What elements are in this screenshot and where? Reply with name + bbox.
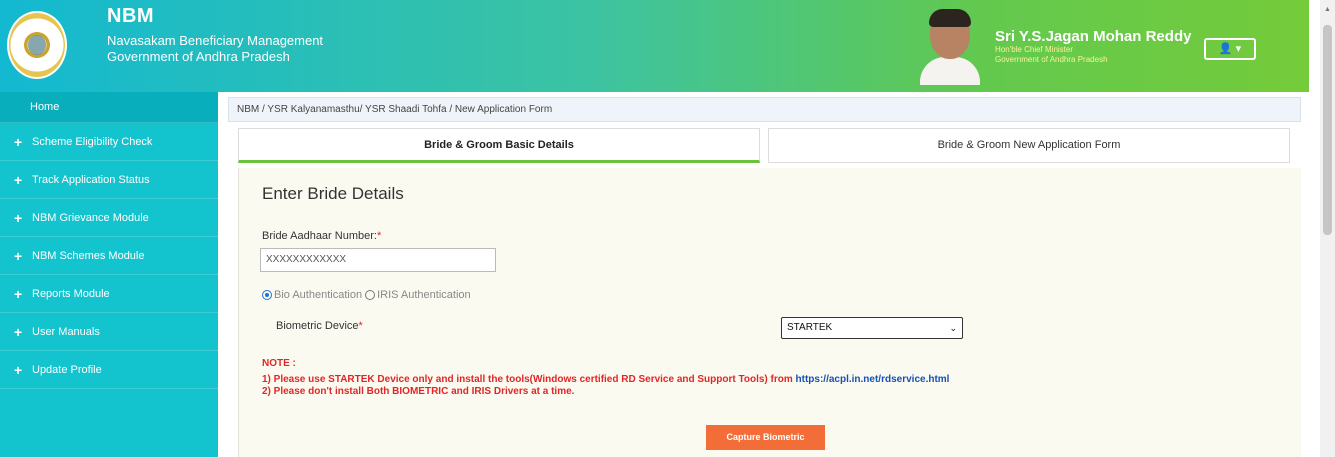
plus-icon: + <box>14 247 23 264</box>
hair-shape <box>929 9 971 27</box>
biometric-device-select[interactable]: STARTEK ⌄ <box>781 317 963 339</box>
app-header: NBM Navasakam Beneficiary Management Gov… <box>0 0 1309 92</box>
biometric-device-label-text: Biometric Device <box>276 320 359 332</box>
cm-government: Government of Andhra Pradesh <box>995 55 1108 64</box>
chief-minister-info: Sri Y.S.Jagan Mohan Reddy Hon'ble Chief … <box>995 28 1191 65</box>
iris-authentication-radio[interactable] <box>365 290 376 300</box>
sidebar: Home + Scheme Eligibility Check + Track … <box>0 92 218 457</box>
sidebar-item-scheme-eligibility-check[interactable]: + Scheme Eligibility Check <box>0 123 218 161</box>
iris-authentication-label: IRIS Authentication <box>377 289 471 301</box>
government-name: Government of Andhra Pradesh <box>107 49 290 64</box>
required-asterisk: * <box>376 230 382 242</box>
sidebar-item-label: Home <box>30 101 60 113</box>
sidebar-item-schemes-module[interactable]: + NBM Schemes Module <box>0 237 218 275</box>
plus-icon: + <box>14 171 23 188</box>
sidebar-item-home[interactable]: Home <box>0 92 218 123</box>
form-panel <box>238 168 1301 457</box>
note-line-2: 2) Please don't install Both BIOMETRIC a… <box>262 386 575 397</box>
required-asterisk: * <box>358 320 363 332</box>
app-title: NBM <box>107 5 155 27</box>
plus-icon: + <box>14 133 23 150</box>
brand: NBM Navasakam Beneficiary Management Gov… <box>83 5 323 65</box>
app-subtitle: Navasakam Beneficiary Management <box>107 33 324 48</box>
sidebar-item-label: Track Application Status <box>32 173 150 186</box>
sidebar-item-grievance-module[interactable]: + NBM Grievance Module <box>0 199 218 237</box>
note-title: NOTE : <box>262 358 296 369</box>
note-line-1: 1) Please use STARTEK Device only and in… <box>262 374 949 386</box>
form-tabs: Bride & Groom Basic Details Bride & Groo… <box>238 128 1292 163</box>
capture-biometric-button[interactable]: Capture Biometric <box>706 425 825 450</box>
installation-note: NOTE : 1) Please use STARTEK Device only… <box>262 358 949 398</box>
bio-authentication-radio[interactable] <box>262 290 272 300</box>
note-line-1-text: 1) Please use STARTEK Device only and in… <box>262 374 796 385</box>
cm-name: Sri Y.S.Jagan Mohan Reddy <box>995 28 1192 45</box>
scroll-up-arrow-icon[interactable]: ▲ <box>1324 6 1331 13</box>
sidebar-item-track-application-status[interactable]: + Track Application Status <box>0 161 218 199</box>
sidebar-item-label: Update Profile <box>32 363 102 376</box>
rd-service-link[interactable]: https://acpl.in.net/rdservice.html <box>796 374 950 385</box>
sidebar-item-label: NBM Schemes Module <box>32 249 145 262</box>
biometric-device-label: Biometric Device* <box>276 320 363 332</box>
chevron-down-icon: ⌄ <box>949 323 957 333</box>
chief-minister-photo <box>916 7 984 85</box>
biometric-device-value: STARTEK <box>787 322 833 333</box>
authentication-options: Bio Authentication IRIS Authentication <box>262 289 471 301</box>
plus-icon: + <box>14 209 23 226</box>
sidebar-item-reports-module[interactable]: + Reports Module <box>0 275 218 313</box>
sidebar-item-label: User Manuals <box>32 325 100 338</box>
cm-title: Hon'ble Chief Minister <box>995 45 1074 54</box>
bio-authentication-label: Bio Authentication <box>274 289 363 301</box>
plus-icon: + <box>14 361 23 378</box>
page-title: Enter Bride Details <box>262 184 404 203</box>
aadhaar-number-input[interactable]: XXXXXXXXXXXX <box>260 248 496 272</box>
sidebar-item-label: Reports Module <box>32 287 110 300</box>
sidebar-item-label: Scheme Eligibility Check <box>32 135 153 148</box>
user-menu-button[interactable]: 👤 ▾ <box>1204 38 1256 60</box>
shirt-shape <box>920 57 980 85</box>
breadcrumb: NBM / YSR Kalyanamasthu/ YSR Shaadi Tohf… <box>228 97 1301 122</box>
plus-icon: + <box>14 285 23 302</box>
sidebar-item-user-manuals[interactable]: + User Manuals <box>0 313 218 351</box>
scrollbar-thumb[interactable] <box>1323 25 1332 235</box>
tab-basic-details[interactable]: Bride & Groom Basic Details <box>238 128 760 163</box>
sidebar-item-update-profile[interactable]: + Update Profile <box>0 351 218 389</box>
seal-icon <box>28 35 46 55</box>
aadhaar-label-text: Bride Aadhaar Number: <box>262 230 377 242</box>
government-seal-logo <box>7 11 67 79</box>
sidebar-item-label: NBM Grievance Module <box>32 211 149 224</box>
tab-new-application-form[interactable]: Bride & Groom New Application Form <box>768 128 1290 163</box>
plus-icon: + <box>14 323 23 340</box>
aadhaar-label: Bride Aadhaar Number:* <box>262 230 381 242</box>
